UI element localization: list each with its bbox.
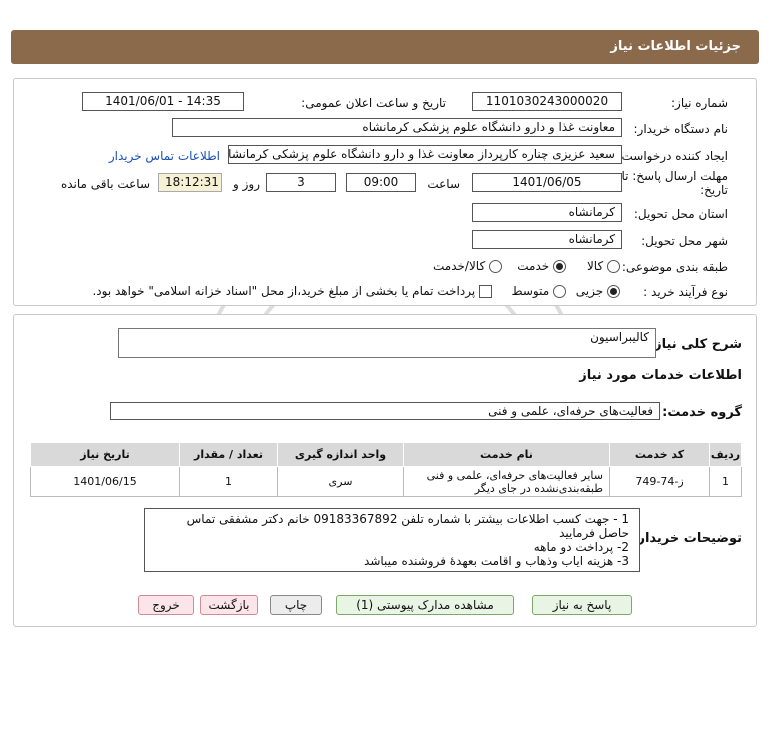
deadline-label: مهلت ارسال پاسخ: تا — [621, 169, 728, 183]
need-info-panel: شماره نیاز: 1101030243000020 تاریخ و ساع… — [13, 78, 757, 306]
need-number-label: شماره نیاز: — [671, 96, 728, 110]
deadline-date-field: 1401/06/05 — [472, 173, 622, 192]
radio-selected-icon — [607, 285, 620, 298]
days-label: روز و — [233, 177, 260, 191]
column-header: واحد اندازه گیری — [277, 442, 404, 467]
treasury-checkbox-row[interactable]: پرداخت تمام یا بخشی از مبلغ خرید،از محل … — [92, 284, 492, 298]
services-heading: اطلاعات خدمات مورد نیاز — [579, 368, 742, 383]
announce-date-field: 1401/06/01 - 14:35 — [82, 92, 244, 111]
buyer-org-field: معاونت غذا و دارو دانشگاه علوم پزشکی کرم… — [172, 118, 622, 137]
summary-label: شرح کلی نیاز: — [648, 337, 742, 352]
table-row: 1 ز-74-749 سایر فعالیت‌های حرفه‌ای، علمی… — [30, 466, 742, 497]
process-option-medium[interactable]: متوسط — [511, 284, 566, 298]
buyer-notes-box: 1 - جهت کسب اطلاعات بیشتر با شماره تلفن … — [144, 508, 640, 572]
province-field: کرمانشاه — [472, 203, 622, 222]
table-header-row: ردیف کد خدمت نام خدمت واحد اندازه گیری ت… — [30, 442, 742, 467]
need-number-field: 1101030243000020 — [472, 92, 622, 111]
buyer-contact-link[interactable]: اطلاعات تماس خریدار — [109, 149, 220, 163]
page-header: جزئیات اطلاعات نیاز — [11, 30, 759, 64]
deadline-time-field: 09:00 — [346, 173, 416, 192]
buyer-note-line: 2- پرداخت دو ماهه — [533, 540, 629, 554]
buyer-note-line: 3- هزینه ایاب وذهاب و اقامت بعهدهٔ فروشن… — [364, 554, 629, 568]
view-attachments-button[interactable]: مشاهده مدارک پیوستی (1) — [336, 595, 514, 615]
checkbox-icon — [479, 285, 492, 298]
column-header: ردیف — [709, 442, 742, 467]
category-option-service[interactable]: خدمت — [517, 259, 566, 273]
exit-button[interactable]: خروج — [138, 595, 194, 615]
radio-selected-icon — [553, 260, 566, 273]
radio-icon — [553, 285, 566, 298]
summary-field: کالیبراسیون — [118, 328, 656, 358]
province-label: استان محل تحویل: — [633, 207, 728, 221]
city-label: شهر محل تحویل: — [641, 234, 728, 248]
category-label: طبقه بندی موضوعی: — [621, 260, 728, 274]
row-index: 1 — [709, 466, 742, 497]
need-date: 1401/06/15 — [30, 466, 180, 497]
need-details-panel: شرح کلی نیاز: کالیبراسیون اطلاعات خدمات … — [13, 314, 757, 627]
category-option-goods[interactable]: کالا — [587, 259, 620, 273]
process-label: نوع فرآیند خرید : — [643, 285, 728, 299]
deadline-date-label: تاریخ: — [700, 183, 728, 197]
radio-icon — [489, 260, 502, 273]
remaining-time-field: 18:12:31 — [158, 173, 222, 192]
treasury-note: پرداخت تمام یا بخشی از مبلغ خرید،از محل … — [92, 284, 476, 298]
category-option-goods-service[interactable]: کالا/خدمت — [433, 259, 502, 273]
buyer-note-line: 1 - جهت کسب اطلاعات بیشتر با شماره تلفن … — [186, 512, 629, 540]
announce-date-label: تاریخ و ساعت اعلان عمومی: — [301, 96, 446, 110]
radio-icon — [607, 260, 620, 273]
city-field: کرمانشاه — [472, 230, 622, 249]
back-button[interactable]: بازگشت — [200, 595, 258, 615]
quantity: 1 — [179, 466, 278, 497]
remaining-time-label: ساعت باقی مانده — [60, 177, 150, 191]
page-title: جزئیات اطلاعات نیاز — [610, 39, 741, 54]
deadline-time-label: ساعت — [427, 177, 460, 191]
column-header: تعداد / مقدار — [179, 442, 278, 467]
service-name: سایر فعالیت‌های حرفه‌ای، علمی و فنی طبقه… — [403, 466, 610, 497]
services-table: ردیف کد خدمت نام خدمت واحد اندازه گیری ت… — [30, 442, 742, 497]
print-button[interactable]: چاپ — [270, 595, 322, 615]
unit: سری — [277, 466, 404, 497]
respond-button[interactable]: پاسخ به نیاز — [532, 595, 632, 615]
creator-label: ایجاد کننده درخواست: — [617, 149, 728, 163]
process-option-minor[interactable]: جزیی — [576, 284, 620, 298]
days-remaining-field: 3 — [266, 173, 336, 192]
service-code: ز-74-749 — [609, 466, 710, 497]
buyer-org-label: نام دستگاه خریدار: — [633, 122, 729, 136]
buyer-notes-label: توضیحات خریدار: — [632, 531, 742, 546]
creator-field: سعید عزیزی چناره کارپرداز معاونت غذا و د… — [228, 145, 622, 164]
column-header: تاریخ نیاز — [30, 442, 180, 467]
service-group-label: گروه خدمت: — [662, 405, 742, 420]
column-header: کد خدمت — [609, 442, 710, 467]
column-header: نام خدمت — [403, 442, 610, 467]
service-group-field: فعالیت‌های حرفه‌ای، علمی و فنی — [110, 402, 660, 420]
